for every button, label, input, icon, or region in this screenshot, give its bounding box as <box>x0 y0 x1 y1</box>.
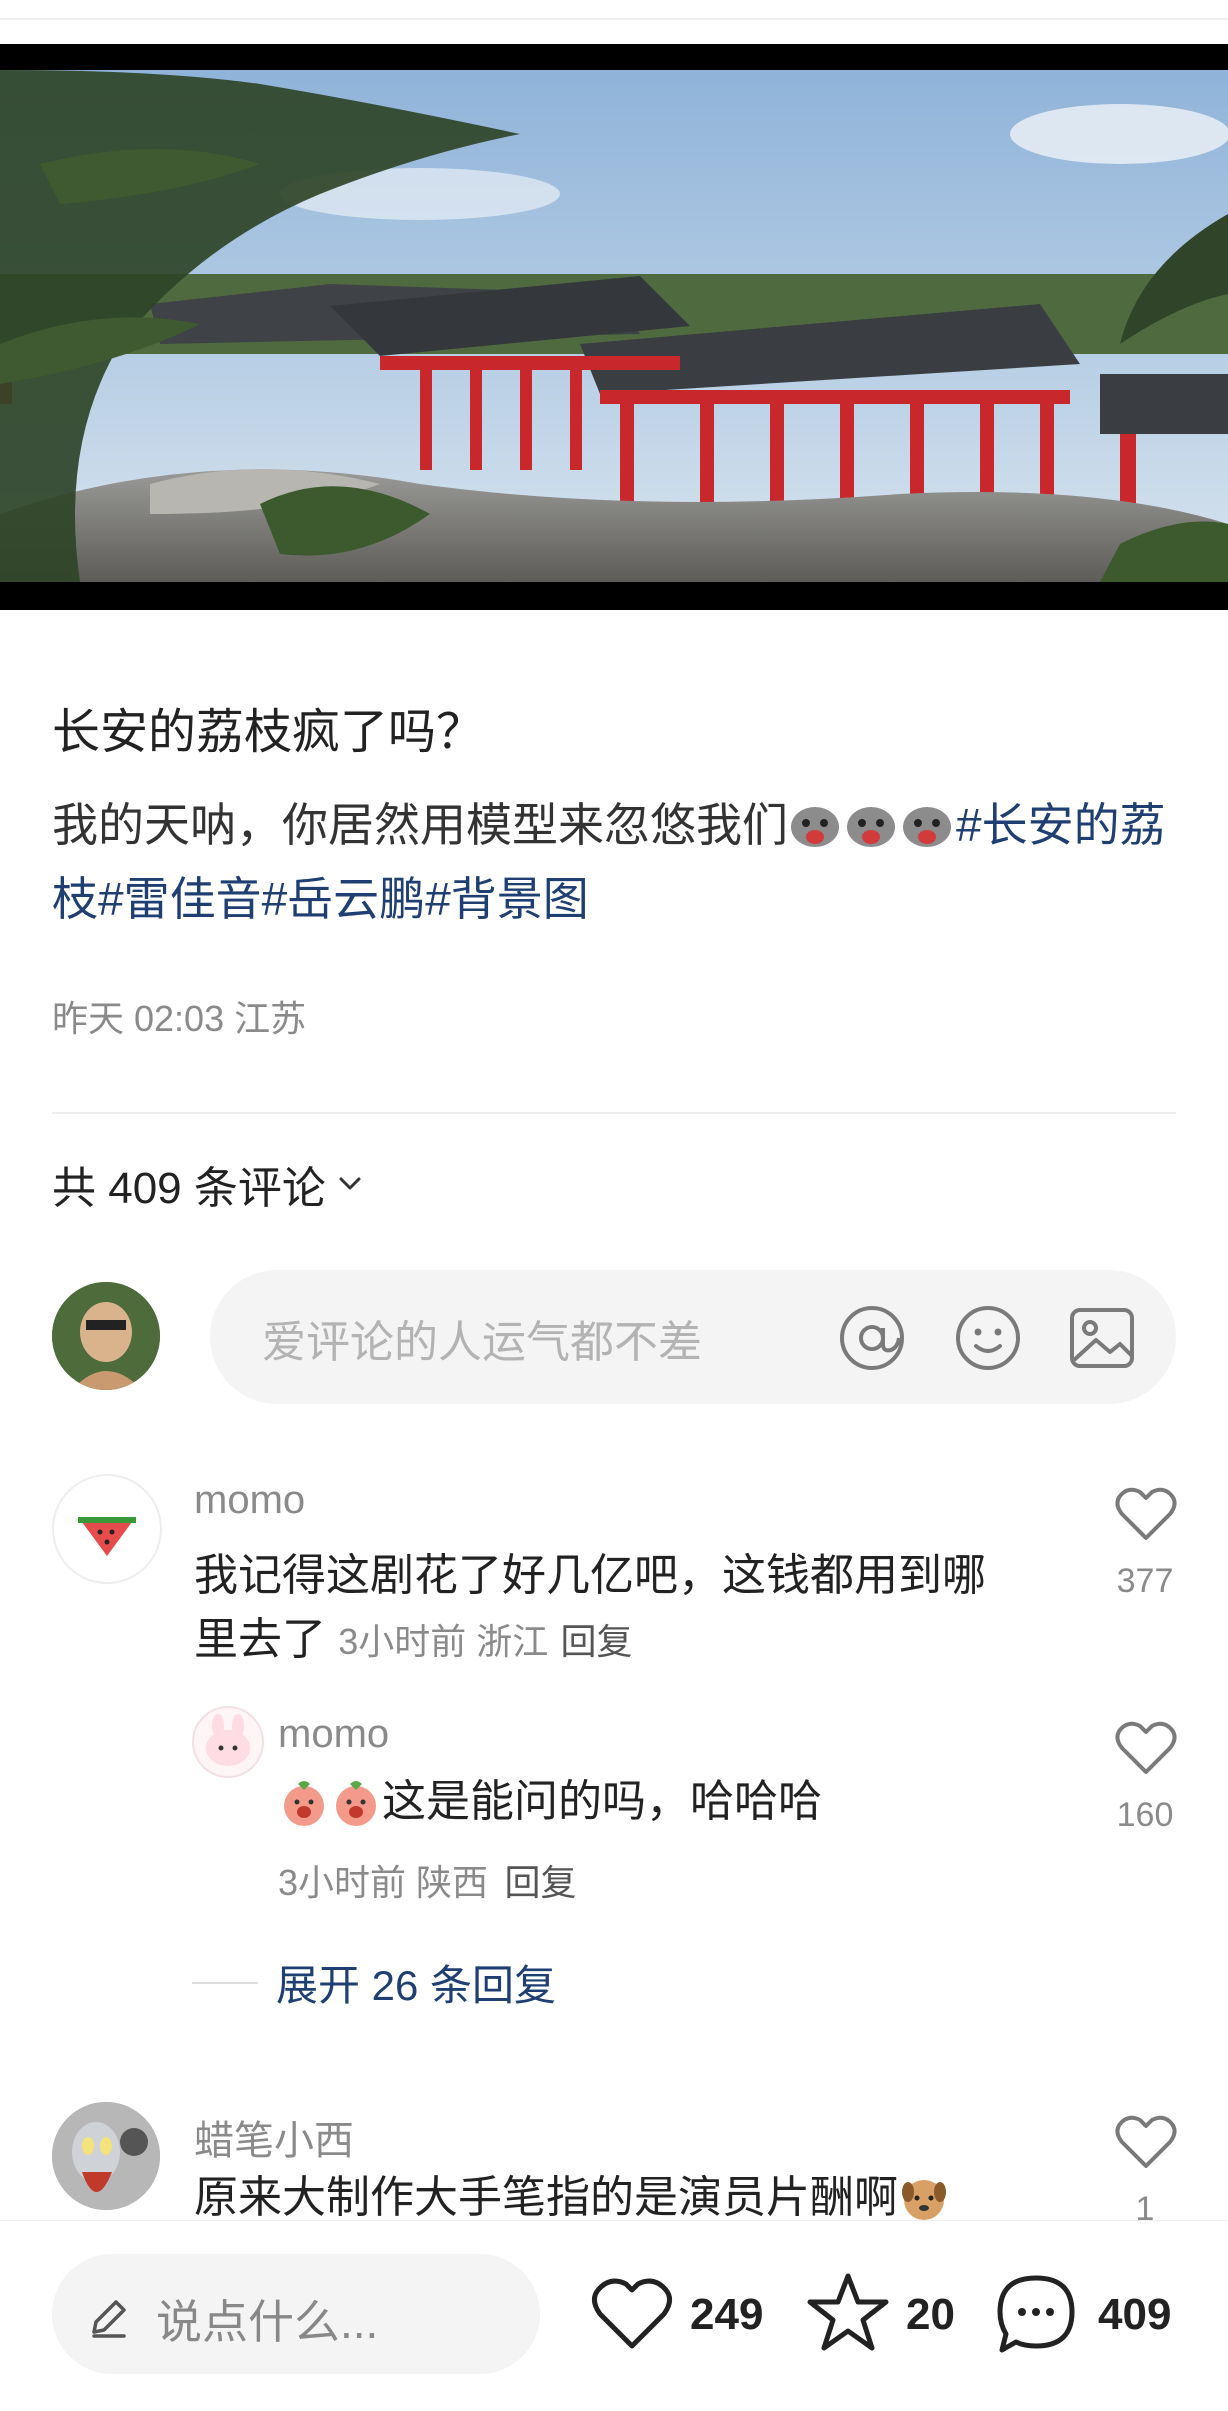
comment-bubble-icon[interactable] <box>994 2272 1078 2356</box>
expand-divider <box>192 1982 258 1984</box>
heart-icon[interactable] <box>1114 1484 1178 1544</box>
reply-button[interactable]: 回复 <box>561 1621 633 1662</box>
comment-text: 我记得这剧花了好几亿吧，这钱都用到哪 里去了 3小时前 浙江 回复 <box>194 1544 1074 1674</box>
post-desc-text: 我的天呐，你居然用模型来忽悠我们 <box>52 799 788 851</box>
at-icon[interactable] <box>836 1302 908 1374</box>
pencil-icon <box>92 2300 126 2338</box>
hashtag-link[interactable]: #雷佳音 <box>98 873 262 925</box>
crying-cat-emoji-icon <box>847 807 895 847</box>
bunny-icon <box>206 1714 250 1766</box>
commenter-name[interactable]: momo <box>278 1712 389 1757</box>
dog-emoji-icon <box>902 2180 946 2220</box>
star-count: 20 <box>906 2290 955 2339</box>
comment-meta: 3小时前 陕西 <box>278 1862 489 1903</box>
commenter-avatar[interactable] <box>52 1474 162 1584</box>
image-icon[interactable] <box>1066 1302 1138 1374</box>
peach-laugh-emoji-icon <box>284 1781 324 1826</box>
chevron-down-icon <box>339 1177 361 1190</box>
comment-text: 原来大制作大手笔指的是演员片酬啊 <box>194 2173 950 2222</box>
comment-count-label: 共 409 条评论 <box>52 1164 326 1213</box>
comment-meta-row: 3小时前 陕西 回复 <box>278 1854 577 1906</box>
like-count: 160 <box>1116 1796 1174 1834</box>
emoji-icon[interactable] <box>952 1302 1024 1374</box>
comment-count-total: 409 <box>1098 2290 1172 2339</box>
post-meta: 昨天 02:03 江苏 <box>52 998 307 1039</box>
peach-laugh-emoji-icon <box>336 1781 376 1826</box>
section-divider <box>52 1112 1176 1114</box>
like-heart-icon[interactable] <box>590 2272 674 2356</box>
star-icon[interactable] <box>806 2270 890 2354</box>
ultraman-icon <box>52 2102 160 2210</box>
user-avatar[interactable] <box>52 1282 160 1390</box>
comment-meta: 3小时前 浙江 <box>338 1621 549 1662</box>
palace-scene-image <box>0 44 1228 610</box>
like-count-total: 249 <box>690 2290 764 2339</box>
commenter-avatar[interactable] <box>192 1706 264 1778</box>
expand-replies-button[interactable]: 展开 26 条回复 <box>276 1952 556 2013</box>
like-count: 377 <box>1116 1562 1174 1600</box>
heart-icon[interactable] <box>1114 1718 1178 1778</box>
post-title: 长安的荔枝疯了吗？ <box>52 706 485 759</box>
video-player[interactable] <box>0 44 1228 610</box>
post-description: 我的天呐，你居然用模型来忽悠我们 #长安的荔枝#雷佳音#岳云鹏#背景图 <box>52 788 1172 936</box>
comment-input-placeholder: 爱评论的人运气都不差 <box>262 1318 702 1367</box>
crying-cat-emoji-icon <box>903 807 951 847</box>
say-something-placeholder: 说点什么... <box>156 2296 379 2348</box>
commenter-name[interactable]: momo <box>194 1478 305 1523</box>
comment-count-sort[interactable]: 共 409 条评论 <box>52 1152 368 1216</box>
comment-text: 这是能问的吗，哈哈哈 <box>278 1770 822 1834</box>
crying-cat-emoji-icon <box>791 807 839 847</box>
comment-text-line-2-text: 里去了 <box>194 1615 326 1664</box>
reply-button[interactable]: 回复 <box>504 1862 576 1903</box>
commenter-avatar[interactable] <box>52 2102 160 2210</box>
top-divider <box>0 18 1228 20</box>
hashtag-link[interactable]: #岳云鹏 <box>262 873 426 925</box>
commenter-name[interactable]: 蜡笔小西 <box>194 2108 354 2166</box>
comment-text-content: 这是能问的吗，哈哈哈 <box>382 1777 822 1826</box>
watermelon-icon <box>78 1517 136 1556</box>
comment-text-line-2: 里去了 3小时前 浙江 回复 <box>194 1608 1074 1674</box>
comment-text-line: 我记得这剧花了好几亿吧，这钱都用到哪 <box>194 1551 986 1600</box>
heart-icon[interactable] <box>1114 2112 1178 2172</box>
hashtag-link[interactable]: #背景图 <box>425 873 589 925</box>
